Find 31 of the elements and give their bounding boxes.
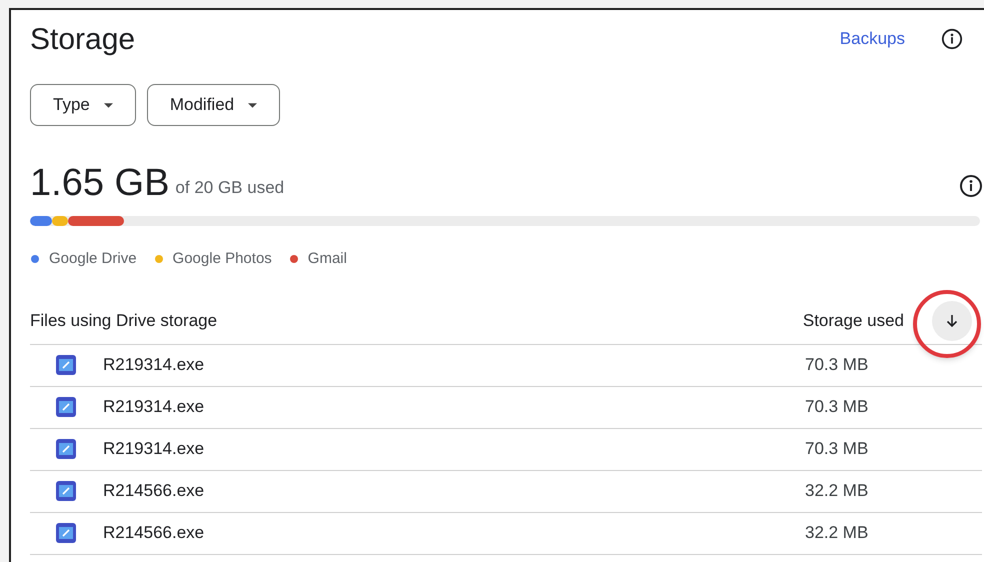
file-name[interactable]: R219314.exe	[103, 394, 204, 420]
page-title: Storage	[30, 22, 136, 58]
file-icon	[56, 439, 76, 459]
info-icon[interactable]	[959, 174, 983, 198]
file-size: 32.2 MB	[805, 522, 870, 544]
caret-icon	[104, 102, 113, 108]
legend-label: Google Drive	[49, 249, 137, 269]
filter-dropdown[interactable]: Type	[30, 84, 136, 126]
file-name[interactable]: R219314.exe	[103, 352, 204, 378]
file-name[interactable]: R219314.exe	[103, 436, 204, 462]
file-name[interactable]: R214566.exe	[103, 478, 204, 504]
file-size: 70.3 MB	[805, 354, 870, 376]
file-icon	[56, 481, 76, 501]
info-icon[interactable]	[941, 28, 963, 50]
sort-button[interactable]	[932, 300, 972, 340]
file-icon	[56, 355, 76, 375]
column-header[interactable]: Storage used	[802, 308, 904, 334]
file-name[interactable]: R214566.exe	[103, 520, 204, 546]
caret-icon	[248, 102, 258, 108]
filter-dropdown[interactable]: Modified	[146, 84, 280, 126]
file-size: 70.3 MB	[805, 438, 870, 460]
storage-caption: of 20 GB used	[175, 176, 284, 198]
column-header: Files using Drive storage	[30, 310, 218, 332]
legend-label: Gmail	[308, 249, 347, 269]
legend-label: Google Photos	[172, 249, 272, 269]
file-icon	[56, 523, 76, 543]
file-size: 32.2 MB	[805, 480, 870, 502]
backups-link[interactable]: Backups	[840, 26, 905, 52]
file-size: 70.3 MB	[805, 396, 870, 418]
file-icon	[56, 397, 76, 417]
storage-amount: 1.65 GB	[30, 164, 170, 202]
